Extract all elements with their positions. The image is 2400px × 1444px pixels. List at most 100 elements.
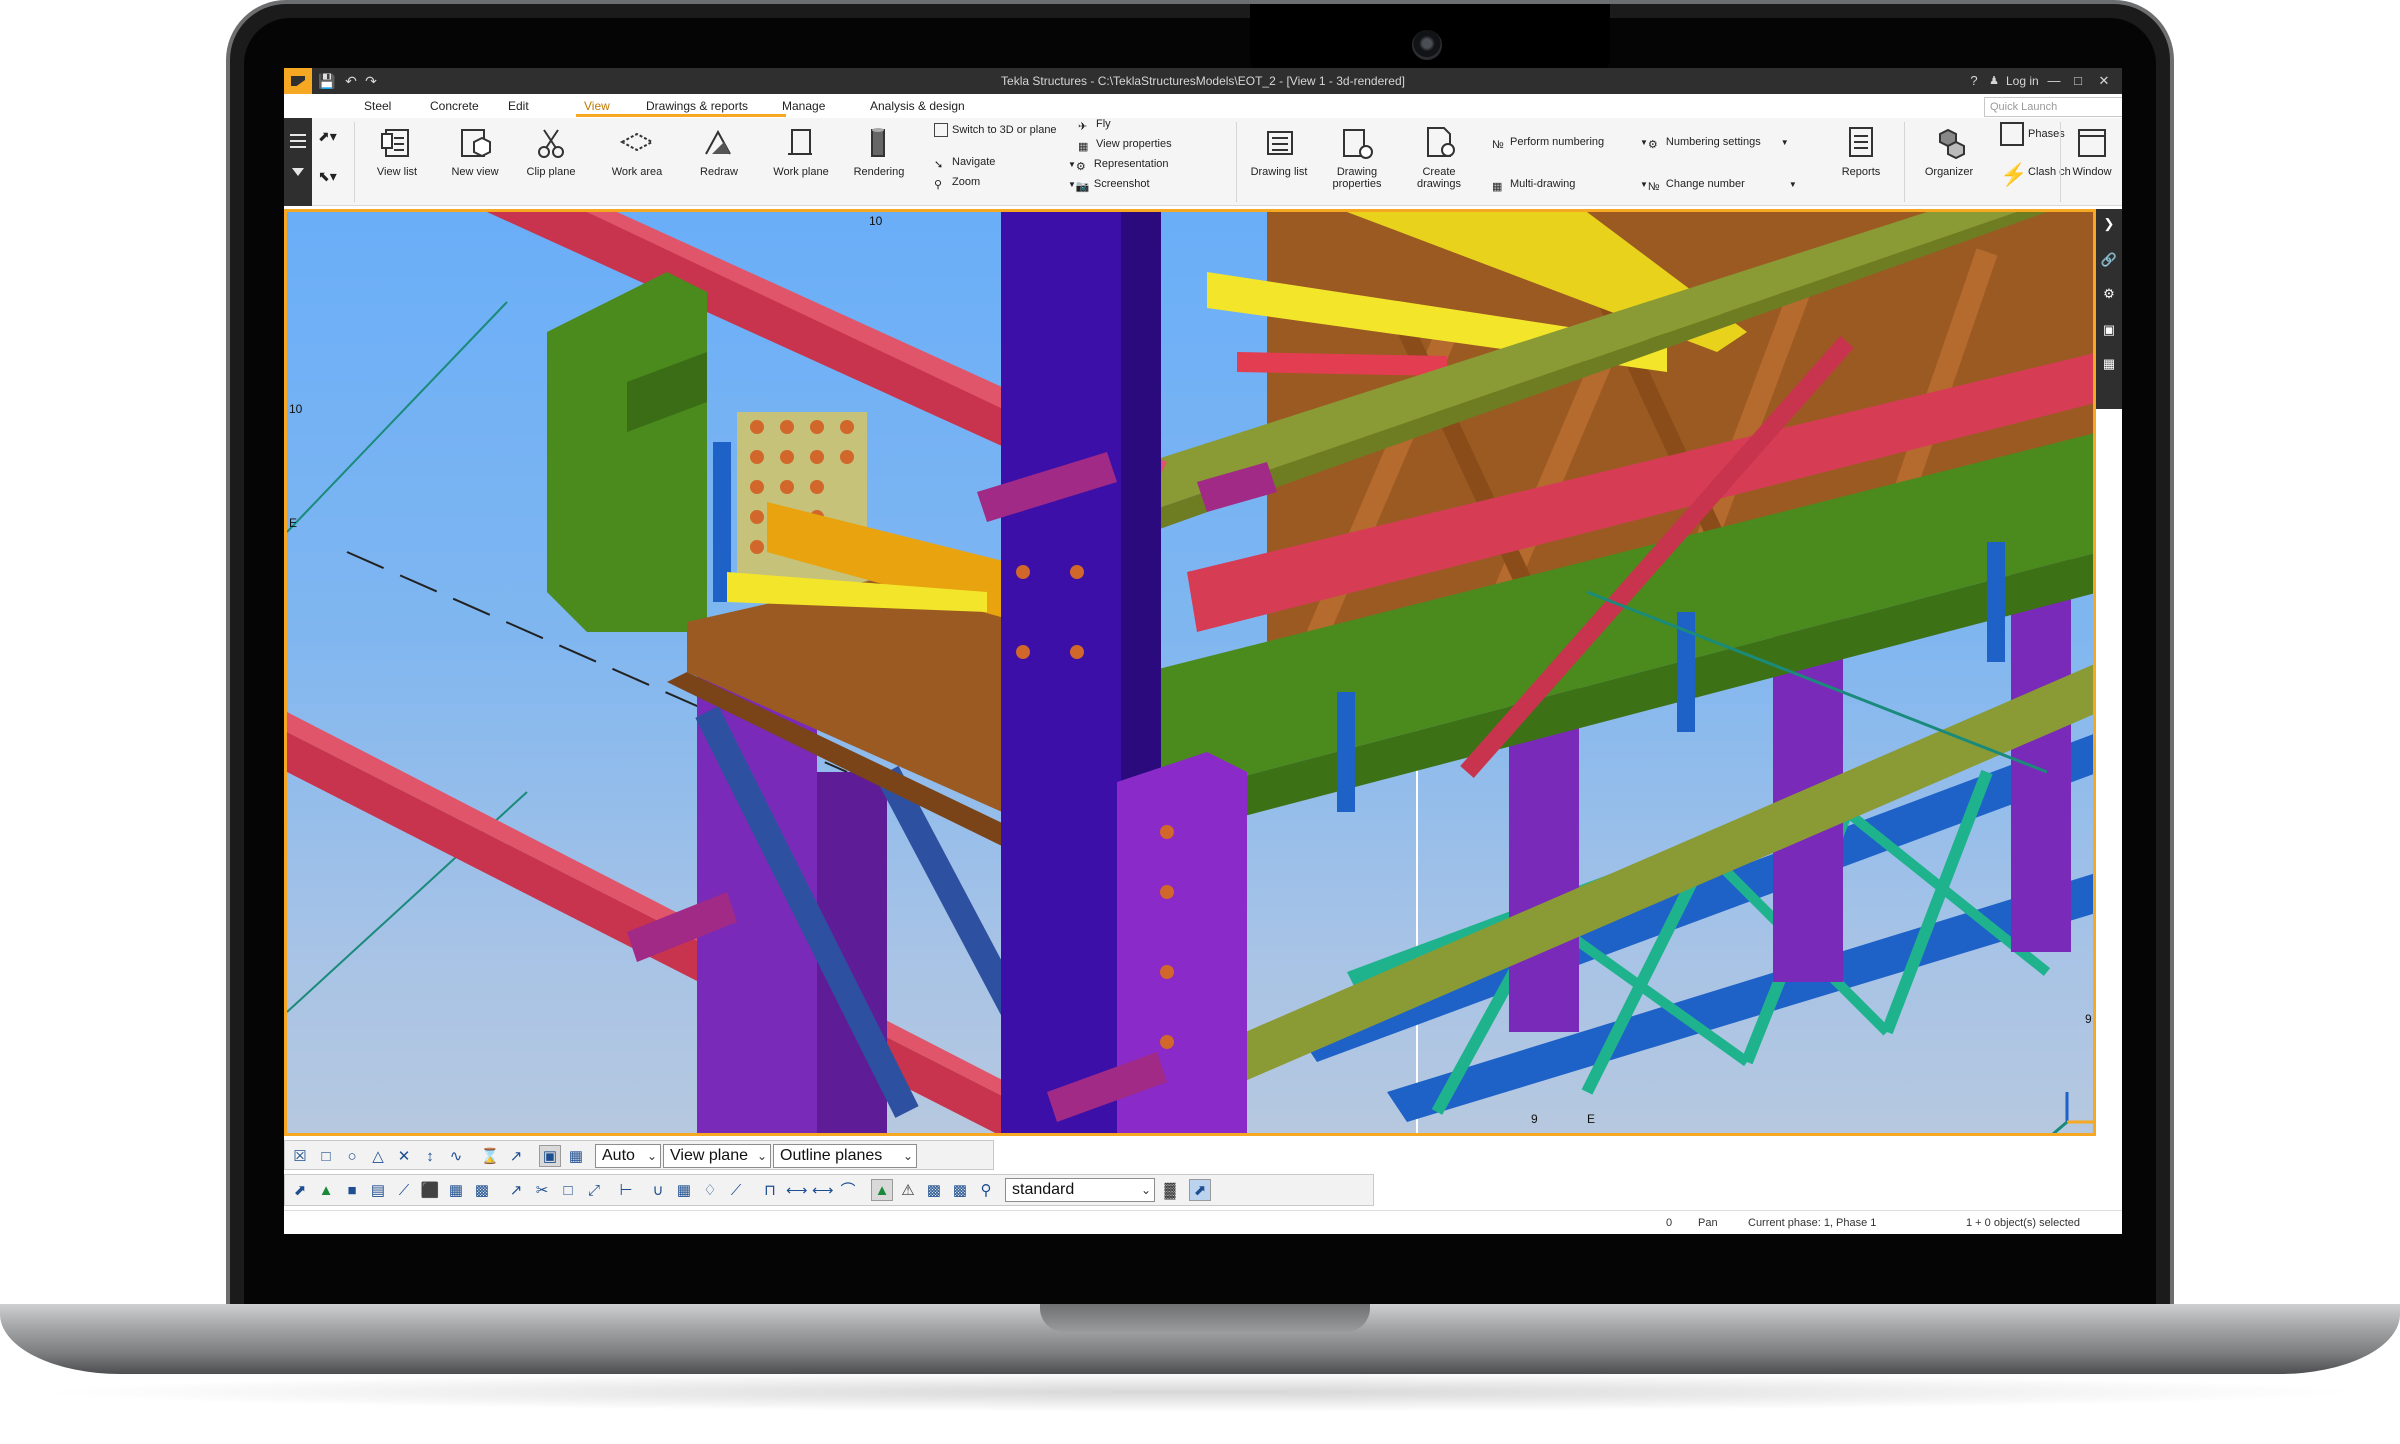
zoom-label: Zoom — [952, 176, 981, 188]
chevron-right-icon[interactable]: ❯ — [2100, 215, 2118, 233]
create-drawings-button[interactable]: Create drawings — [1404, 118, 1474, 196]
select-all-icon[interactable]: ☒ — [289, 1145, 311, 1167]
line-point-icon[interactable]: ⟷ — [785, 1179, 808, 1201]
hatch-icon[interactable]: ▤ — [367, 1179, 389, 1201]
tools-icon[interactable]: ▦ — [2100, 355, 2118, 373]
dropdown-arrow-icon[interactable]: ▼ — [1789, 180, 1797, 189]
view-list-button[interactable]: View list — [362, 118, 432, 196]
collapse-arrow-icon[interactable] — [292, 168, 304, 176]
weld-icon[interactable]: ▦ — [673, 1179, 695, 1201]
link-icon[interactable]: 🔗 — [2100, 251, 2118, 269]
u-profile-icon[interactable]: ∪ — [647, 1179, 669, 1201]
rendering-button[interactable]: Rendering — [844, 118, 914, 196]
numbering-settings-button[interactable]: ▼⚙ Numbering settings ▼ — [1640, 132, 1789, 152]
profile-icon[interactable]: ⊢ — [615, 1179, 637, 1201]
tab-drawings-reports[interactable]: Drawings & reports — [646, 99, 748, 113]
triangle-icon[interactable]: △ — [367, 1145, 389, 1167]
reports-button[interactable]: Reports — [1826, 118, 1896, 196]
zoom-button[interactable]: ⚲ Zoom — [934, 172, 980, 192]
snap-mode-select[interactable]: Auto ⌄ — [595, 1144, 661, 1168]
snap-pointer-icon[interactable]: ⬉▾ — [318, 166, 337, 186]
solid-square-icon[interactable]: ■ — [341, 1179, 363, 1201]
phases-button[interactable]: Phases — [2000, 122, 2065, 146]
login-link[interactable]: Log in — [2006, 74, 2039, 88]
warning-icon[interactable]: ⚠ — [897, 1179, 919, 1201]
pointer-icon[interactable]: ⬈▾ — [318, 126, 337, 146]
quick-launch-input[interactable]: Quick Launch ⚲ — [1984, 97, 2122, 117]
square-outline-icon[interactable]: □ — [557, 1179, 579, 1201]
representation-button[interactable]: ▼⚙ Representation — [1068, 154, 1169, 174]
ribbon-separator — [1904, 122, 1905, 202]
screenshot-button[interactable]: ▼📷 Screenshot — [1068, 174, 1150, 194]
scissors-icon[interactable]: ✂ — [531, 1179, 553, 1201]
perform-numbering-button[interactable]: № Perform numbering — [1492, 132, 1604, 152]
view-properties-button[interactable]: ▦ View properties — [1078, 134, 1172, 154]
drawing-list-button[interactable]: Drawing list — [1244, 118, 1314, 196]
snap-frame-icon[interactable]: ▦ — [565, 1145, 587, 1167]
close-icon[interactable]: ✕ — [2094, 71, 2114, 91]
snap-icon[interactable]: ↗ — [505, 1179, 527, 1201]
arrow-icon[interactable]: ↗ — [505, 1145, 527, 1167]
gear-icon[interactable]: ⚙ — [2100, 285, 2118, 303]
change-number-button[interactable]: ▼№ Change number ▼ — [1640, 174, 1797, 194]
menu-hamburger-icon[interactable] — [290, 134, 306, 136]
redraw-button[interactable]: Redraw — [684, 118, 754, 196]
zoom-icon[interactable]: ⚲ — [975, 1179, 997, 1201]
help-icon[interactable]: ? — [1964, 71, 1984, 91]
tab-analysis-design[interactable]: Analysis & design — [870, 99, 965, 113]
user-icon[interactable]: ♟ — [1984, 71, 2004, 91]
organizer-button[interactable]: Organizer — [1914, 118, 1984, 196]
cross-icon[interactable]: ✕ — [393, 1145, 415, 1167]
green-filter-icon[interactable]: ▲ — [871, 1179, 893, 1201]
window-icon — [2078, 129, 2106, 157]
drawing-properties-icon — [1343, 129, 1373, 159]
select-grid-icon[interactable]: ▩ — [923, 1179, 945, 1201]
tab-manage[interactable]: Manage — [782, 99, 825, 113]
new-view-button[interactable]: New view — [440, 118, 510, 196]
drawing-properties-button[interactable]: Drawing properties — [1322, 118, 1392, 196]
main-column — [1001, 212, 1121, 1133]
grid-alt-icon[interactable]: ▩ — [471, 1179, 493, 1201]
maximize-icon[interactable]: □ — [2068, 71, 2088, 91]
filter-select[interactable]: standard ⌄ — [1005, 1178, 1155, 1202]
fly-button[interactable]: ✈ Fly — [1078, 114, 1111, 134]
bracket-icon[interactable]: ⊓ — [759, 1179, 781, 1201]
circle-icon[interactable]: ○ — [341, 1145, 363, 1167]
plane-select[interactable]: View plane ⌄ — [663, 1144, 771, 1168]
grid-icon[interactable]: ▦ — [445, 1179, 467, 1201]
layers-icon[interactable]: ♢ — [699, 1179, 721, 1201]
work-plane-button[interactable]: Work plane — [766, 118, 836, 196]
select-grid-alt-icon[interactable]: ▩ — [949, 1179, 971, 1201]
resize-icon[interactable]: ⤢ — [583, 1179, 605, 1201]
outline-select[interactable]: Outline planes ⌄ — [773, 1144, 917, 1168]
rectangle-icon[interactable]: □ — [315, 1145, 337, 1167]
multi-drawing-button[interactable]: ▦ Multi-drawing — [1492, 174, 1575, 194]
green-triangle-icon[interactable]: ▲ — [315, 1179, 337, 1201]
curve-icon[interactable]: ∿ — [445, 1145, 467, 1167]
box-3d-icon[interactable]: ⬛ — [419, 1179, 441, 1201]
work-area-button[interactable]: Work area — [602, 118, 672, 196]
pattern-icon[interactable]: ▓ — [1159, 1179, 1181, 1201]
snap-box-icon[interactable]: ▣ — [539, 1145, 561, 1167]
select-pointer-icon[interactable]: ⬈ — [1189, 1179, 1211, 1201]
title-bar: 💾 ↶ ↷ Tekla Structures - C:\TeklaStructu… — [284, 68, 2122, 94]
switch-3d-button[interactable]: Switch to 3D or plane — [934, 120, 1057, 140]
window-button[interactable]: Window — [2062, 118, 2122, 196]
arc-icon[interactable]: ⌒ — [837, 1179, 859, 1201]
cube-icon[interactable]: ▣ — [2100, 321, 2118, 339]
tab-steel[interactable]: Steel — [364, 99, 391, 113]
line-icon[interactable]: ⟋ — [393, 1179, 415, 1201]
clip-plane-button[interactable]: Clip plane — [516, 118, 586, 196]
diagonal-icon[interactable]: ↕ — [419, 1145, 441, 1167]
line-node-icon[interactable]: ⟷ — [811, 1179, 834, 1201]
dropdown-arrow-icon[interactable]: ▼ — [1781, 138, 1789, 147]
tab-edit[interactable]: Edit — [508, 99, 529, 113]
navigate-button[interactable]: ➘ Navigate — [934, 152, 995, 172]
hourglass-icon[interactable]: ⌛ — [479, 1145, 501, 1167]
minimize-icon[interactable]: — — [2044, 71, 2064, 91]
tab-view[interactable]: View — [584, 99, 610, 113]
3d-model-view[interactable]: 10 10 E 9 E 9 — [284, 209, 2096, 1136]
tab-concrete[interactable]: Concrete — [430, 99, 479, 113]
diagonal-line-icon[interactable]: ⟋ — [725, 1179, 747, 1201]
pointer-icon[interactable]: ⬈ — [289, 1179, 311, 1201]
